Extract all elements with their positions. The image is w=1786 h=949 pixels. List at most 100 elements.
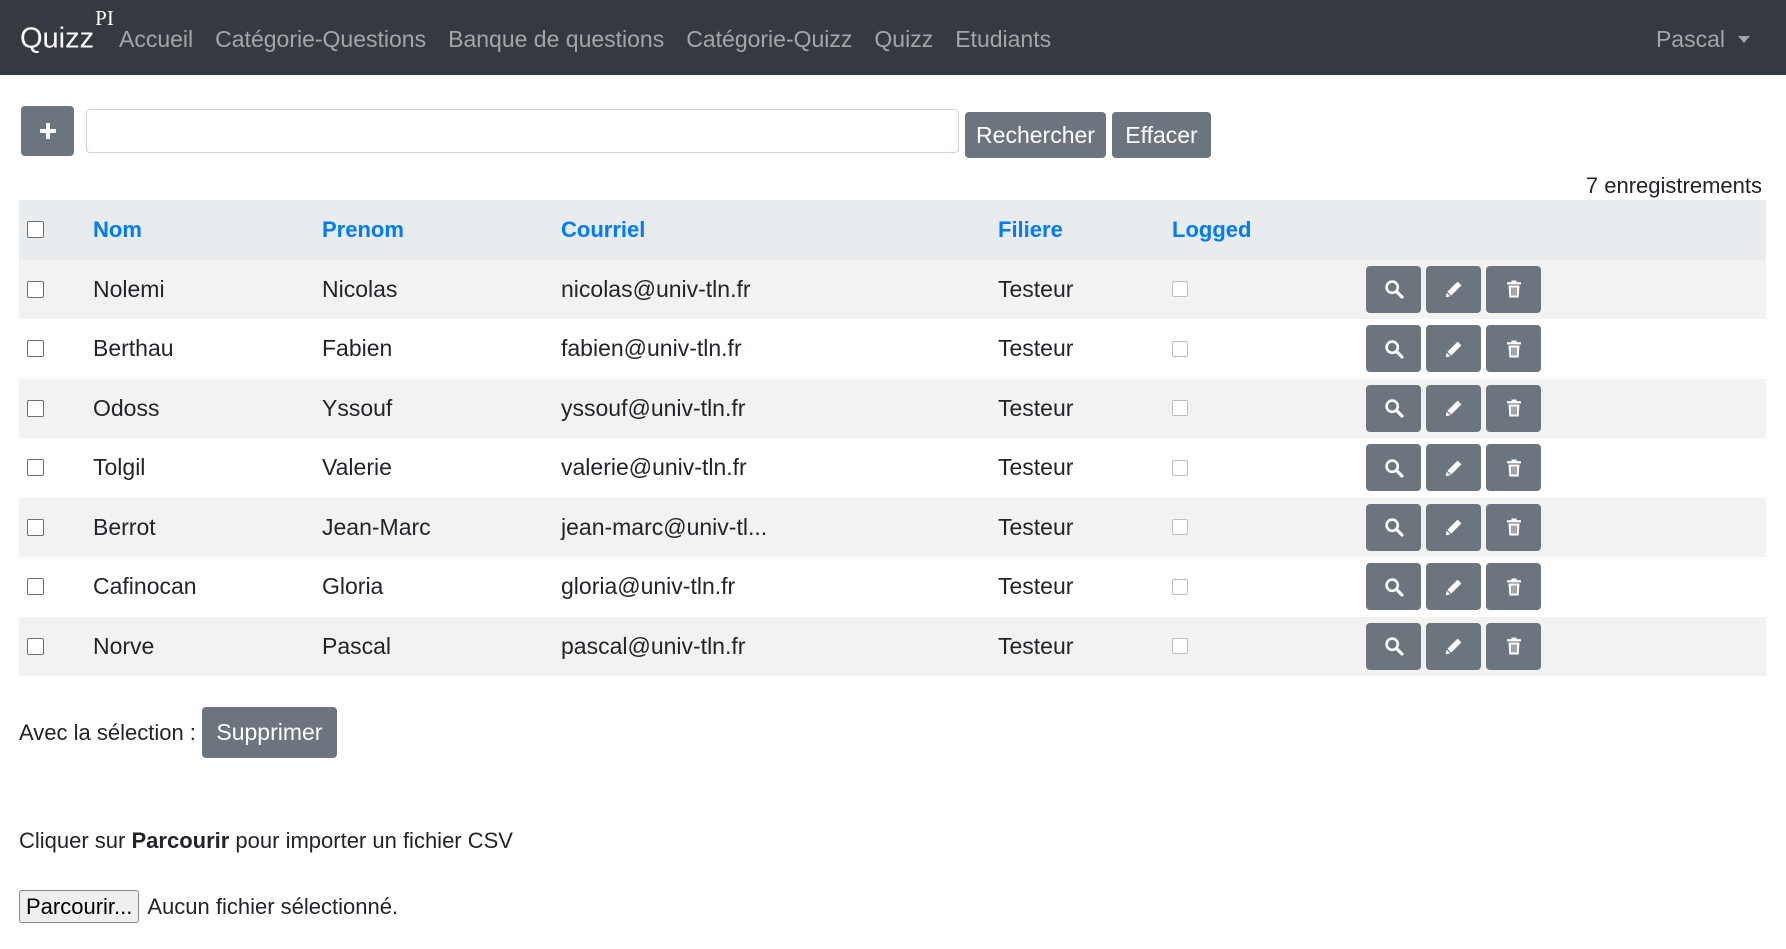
column-header-logged[interactable]: Logged bbox=[1172, 200, 1251, 260]
column-header-prenom[interactable]: Prenom bbox=[322, 200, 404, 260]
row-select-checkbox[interactable] bbox=[27, 637, 44, 655]
brand-superscript: PI bbox=[95, 6, 114, 30]
edit-button[interactable] bbox=[1426, 503, 1481, 551]
edit-button[interactable] bbox=[1426, 384, 1481, 432]
nav-link-banque-de-questions[interactable]: Banque de questions bbox=[448, 26, 664, 53]
brand-logo[interactable]: QuizzPI bbox=[20, 6, 114, 56]
logged-checkbox bbox=[1172, 519, 1188, 536]
edit-button[interactable] bbox=[1426, 265, 1481, 313]
nav-link-categorie-questions[interactable]: Catégorie-Questions bbox=[215, 26, 426, 53]
column-header-courriel[interactable]: Courriel bbox=[561, 200, 645, 260]
browse-file-button[interactable]: Parcourir... bbox=[19, 890, 140, 923]
clear-button[interactable]: Effacer bbox=[1112, 112, 1211, 158]
nav-link-quizz[interactable]: Quizz bbox=[874, 26, 933, 53]
view-button[interactable] bbox=[1366, 384, 1421, 432]
delete-button[interactable] bbox=[1486, 503, 1541, 551]
cell-courriel: valerie@univ-tln.fr bbox=[561, 454, 747, 481]
row-select-checkbox[interactable] bbox=[27, 340, 44, 358]
file-status: Aucun fichier sélectionné. bbox=[147, 893, 399, 919]
search-icon bbox=[1384, 636, 1404, 656]
cell-nom: Tolgil bbox=[93, 454, 146, 481]
file-input: Parcourir... Aucun fichier sélectionné. bbox=[19, 890, 398, 923]
select-all-checkbox[interactable] bbox=[27, 221, 44, 239]
column-header-filiere[interactable]: Filiere bbox=[998, 200, 1063, 260]
view-button[interactable] bbox=[1366, 265, 1421, 313]
delete-button[interactable] bbox=[1486, 444, 1541, 492]
search-button[interactable]: Rechercher bbox=[965, 112, 1106, 158]
cell-prenom: Fabien bbox=[322, 335, 393, 362]
row-select-checkbox[interactable] bbox=[27, 578, 44, 596]
table-row: Cafinocan Gloria gloria@univ-tln.fr Testeur bbox=[19, 557, 1766, 617]
caret-down-icon bbox=[1738, 36, 1750, 43]
trash-icon bbox=[1504, 636, 1524, 656]
edit-button[interactable] bbox=[1426, 444, 1481, 492]
view-button[interactable] bbox=[1366, 622, 1421, 670]
table-body: Nolemi Nicolas nicolas@univ-tln.fr Testeur B… bbox=[19, 259, 1766, 677]
add-student-button[interactable] bbox=[21, 106, 74, 156]
user-name: Pascal bbox=[1655, 26, 1725, 52]
search-icon bbox=[1384, 517, 1404, 537]
view-button[interactable] bbox=[1366, 444, 1421, 492]
trash-icon bbox=[1504, 577, 1524, 597]
delete-button[interactable] bbox=[1486, 265, 1541, 313]
cell-courriel: nicolas@univ-tln.fr bbox=[561, 275, 751, 302]
students-table: Nom Prenom Courriel Filiere Logged Nolem… bbox=[19, 200, 1766, 676]
cell-filiere: Testeur bbox=[998, 335, 1074, 362]
cell-prenom: Yssouf bbox=[322, 394, 393, 421]
column-header-nom[interactable]: Nom bbox=[93, 200, 142, 260]
row-select-checkbox[interactable] bbox=[27, 459, 44, 477]
import-text-before: Cliquer sur bbox=[19, 828, 132, 853]
search-icon bbox=[1384, 458, 1404, 478]
row-select-checkbox[interactable] bbox=[27, 399, 44, 417]
pencil-icon bbox=[1444, 458, 1464, 478]
bulk-actions-label: Avec la sélection : bbox=[19, 719, 196, 745]
cell-filiere: Testeur bbox=[998, 513, 1074, 540]
table-row: Berthau Fabien fabien@univ-tln.fr Testeur bbox=[19, 319, 1766, 379]
table-header-row: Nom Prenom Courriel Filiere Logged bbox=[19, 200, 1766, 260]
pencil-icon bbox=[1444, 636, 1464, 656]
import-text-after: pour importer un fichier CSV bbox=[229, 828, 513, 853]
cell-filiere: Testeur bbox=[998, 275, 1074, 302]
trash-icon bbox=[1504, 517, 1524, 537]
search-input[interactable] bbox=[86, 109, 959, 153]
nav-link-categorie-quizz[interactable]: Catégorie-Quizz bbox=[686, 26, 852, 53]
cell-courriel: pascal@univ-tln.fr bbox=[561, 632, 746, 659]
cell-prenom: Gloria bbox=[322, 573, 384, 600]
view-button[interactable] bbox=[1366, 563, 1421, 611]
search-icon bbox=[1384, 279, 1404, 299]
row-select-checkbox[interactable] bbox=[27, 280, 44, 298]
row-actions bbox=[1366, 498, 1546, 558]
trash-icon bbox=[1504, 398, 1524, 418]
row-actions bbox=[1366, 379, 1546, 439]
view-button[interactable] bbox=[1366, 325, 1421, 373]
cell-courriel: gloria@univ-tln.fr bbox=[561, 573, 736, 600]
pencil-icon bbox=[1444, 339, 1464, 359]
delete-selected-button[interactable]: Supprimer bbox=[201, 707, 337, 758]
cell-prenom: Jean-Marc bbox=[322, 513, 431, 540]
cell-courriel: fabien@univ-tln.fr bbox=[561, 335, 742, 362]
cell-filiere: Testeur bbox=[998, 632, 1074, 659]
trash-icon bbox=[1504, 458, 1524, 478]
cell-filiere: Testeur bbox=[998, 394, 1074, 421]
record-count: 7 enregistrements bbox=[1585, 173, 1762, 198]
cell-nom: Berthau bbox=[93, 335, 174, 362]
edit-button[interactable] bbox=[1426, 563, 1481, 611]
row-actions bbox=[1366, 617, 1546, 677]
nav-link-accueil[interactable]: Accueil bbox=[119, 26, 193, 53]
delete-button[interactable] bbox=[1486, 325, 1541, 373]
row-select-checkbox[interactable] bbox=[27, 518, 44, 536]
cell-nom: Nolemi bbox=[93, 275, 165, 302]
row-actions bbox=[1366, 260, 1546, 320]
search-icon bbox=[1384, 339, 1404, 359]
user-menu-dropdown[interactable]: Pascal bbox=[1656, 26, 1750, 53]
pencil-icon bbox=[1444, 398, 1464, 418]
nav-link-etudiants[interactable]: Etudiants bbox=[955, 26, 1051, 53]
edit-button[interactable] bbox=[1426, 622, 1481, 670]
pencil-icon bbox=[1444, 577, 1464, 597]
delete-button[interactable] bbox=[1486, 384, 1541, 432]
view-button[interactable] bbox=[1366, 503, 1421, 551]
cell-prenom: Valerie bbox=[322, 454, 392, 481]
edit-button[interactable] bbox=[1426, 325, 1481, 373]
delete-button[interactable] bbox=[1486, 563, 1541, 611]
delete-button[interactable] bbox=[1486, 622, 1541, 670]
